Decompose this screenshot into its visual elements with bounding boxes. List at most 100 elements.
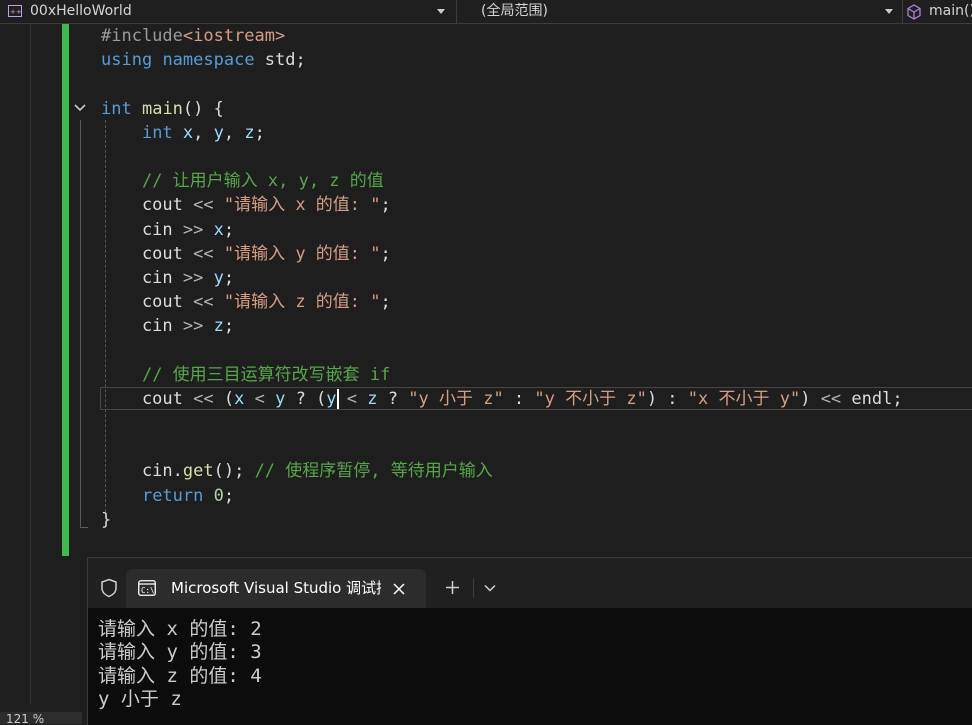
code-token: "y 不小于 z" xyxy=(534,388,647,409)
code-token: y xyxy=(213,267,224,288)
code-line[interactable]: ​ xyxy=(101,338,903,362)
code-token: ) xyxy=(800,388,821,409)
code-line[interactable]: cin >> z; xyxy=(101,314,903,338)
code-token: return xyxy=(141,485,204,506)
code-token: ( xyxy=(213,388,235,409)
code-token: cin xyxy=(101,267,183,288)
code-line[interactable]: ​ xyxy=(101,435,903,459)
console-output-line: 请输入 y 的值: 3 xyxy=(98,641,262,664)
code-line[interactable]: int x, y, z; xyxy=(101,121,903,145)
code-token: , xyxy=(223,122,245,143)
code-token: #include xyxy=(101,26,183,46)
shield-icon[interactable] xyxy=(100,578,118,598)
code-token: cin xyxy=(101,219,183,240)
code-line[interactable]: cout << "请输入 z 的值: "; xyxy=(101,290,903,314)
code-token: <iostream> xyxy=(182,26,286,46)
code-token: main xyxy=(141,98,183,119)
code-line[interactable]: using namespace std; xyxy=(101,48,903,72)
code-text[interactable]: #include<iostream>using namespace std;​i… xyxy=(101,24,903,532)
code-token: >> xyxy=(182,267,204,288)
svg-text:C:\: C:\ xyxy=(141,586,155,595)
code-line[interactable]: ​ xyxy=(101,145,903,169)
console-icon: C:\ xyxy=(138,580,156,596)
scope-name: (全局范围) xyxy=(481,3,548,19)
plus-icon[interactable] xyxy=(445,580,460,595)
chevron-down-icon[interactable] xyxy=(885,9,893,14)
code-line[interactable]: // 让用户输入 x, y, z 的值 xyxy=(101,169,903,193)
scope-dropdown[interactable]: (全局范围) xyxy=(456,0,898,23)
code-token: ; xyxy=(223,485,235,506)
code-token: cout xyxy=(101,195,194,216)
code-token: x xyxy=(213,219,224,240)
code-token: y xyxy=(275,388,286,409)
code-token: cout xyxy=(101,388,194,409)
code-token: "y 小于 z" xyxy=(408,388,504,409)
code-token: , xyxy=(193,122,214,143)
code-token: namespace xyxy=(162,50,255,71)
code-token: z xyxy=(213,316,224,337)
code-line[interactable]: #include<iostream> xyxy=(101,24,903,48)
code-token: y xyxy=(213,122,224,143)
code-token: int xyxy=(101,98,132,119)
code-token: z xyxy=(244,122,255,143)
code-line[interactable]: // 使用三目运算符改写嵌套 if xyxy=(101,363,903,387)
tab-bar-divider xyxy=(473,578,474,598)
code-line[interactable]: cin.get(); // 使程序暂停, 等待用户输入 xyxy=(101,459,903,483)
code-token: : xyxy=(503,388,535,409)
code-line[interactable]: } xyxy=(101,508,903,532)
code-token: "请输入 z 的值: " xyxy=(223,292,381,313)
code-token: "请输入 x 的值: " xyxy=(223,195,381,216)
code-token: << xyxy=(193,195,214,216)
code-line[interactable]: int main() { xyxy=(101,97,903,121)
code-token: // 使用三目运算符改写嵌套 if xyxy=(141,364,391,385)
code-line[interactable]: cout << "请输入 x 的值: "; xyxy=(101,193,903,217)
code-line[interactable]: ​ xyxy=(101,411,903,435)
code-token: 0 xyxy=(213,485,224,506)
code-token: cin xyxy=(101,316,183,337)
code-token: endl; xyxy=(841,388,903,409)
code-line[interactable]: return 0; xyxy=(101,484,903,508)
close-icon[interactable] xyxy=(392,582,406,596)
code-token: cout xyxy=(101,292,194,313)
text-cursor xyxy=(337,389,339,409)
console-output-line: 请输入 z 的值: 4 xyxy=(98,664,262,687)
debug-console-window[interactable]: C:\ Microsoft Visual Studio 调试控 请输入 x 的值… xyxy=(87,557,972,725)
code-token: >> xyxy=(182,219,204,240)
cube-method-icon xyxy=(907,4,921,20)
fold-chevron-icon[interactable] xyxy=(73,103,87,113)
chevron-down-icon[interactable] xyxy=(484,584,496,592)
code-token: "x 不小于 y" xyxy=(687,388,801,409)
code-line[interactable]: cout << "请输入 y 的值: "; xyxy=(101,242,903,266)
code-token: std; xyxy=(254,50,306,71)
code-token: (); xyxy=(213,461,255,482)
code-token: using xyxy=(101,50,153,71)
code-line[interactable]: ​ xyxy=(101,72,903,96)
code-token: () { xyxy=(182,98,224,119)
code-token: ? ( xyxy=(285,388,327,409)
outline-line xyxy=(80,120,81,528)
code-token: ; xyxy=(380,195,391,216)
code-token: >> xyxy=(182,316,204,337)
code-line[interactable]: cin >> y; xyxy=(101,266,903,290)
project-dropdown[interactable]: 00xHelloWorld xyxy=(0,0,450,23)
code-token: < xyxy=(254,388,265,409)
code-line[interactable]: cout << (x < y ? (y < z ? "y 小于 z" : "y … xyxy=(101,387,903,411)
console-output[interactable]: 请输入 x 的值: 2 请输入 y 的值: 3 请输入 z 的值: 4y 小于 z xyxy=(98,618,262,711)
chevron-down-icon[interactable] xyxy=(437,9,445,14)
code-token: } xyxy=(101,509,112,530)
zoom-level[interactable]: 121 % xyxy=(0,712,82,724)
code-token: ; xyxy=(223,267,235,288)
code-line[interactable]: cin >> x; xyxy=(101,218,903,242)
terminal-tab[interactable]: C:\ Microsoft Visual Studio 调试控 xyxy=(126,569,426,608)
code-token: ; xyxy=(223,219,235,240)
code-token: "请输入 y 的值: " xyxy=(223,243,381,264)
